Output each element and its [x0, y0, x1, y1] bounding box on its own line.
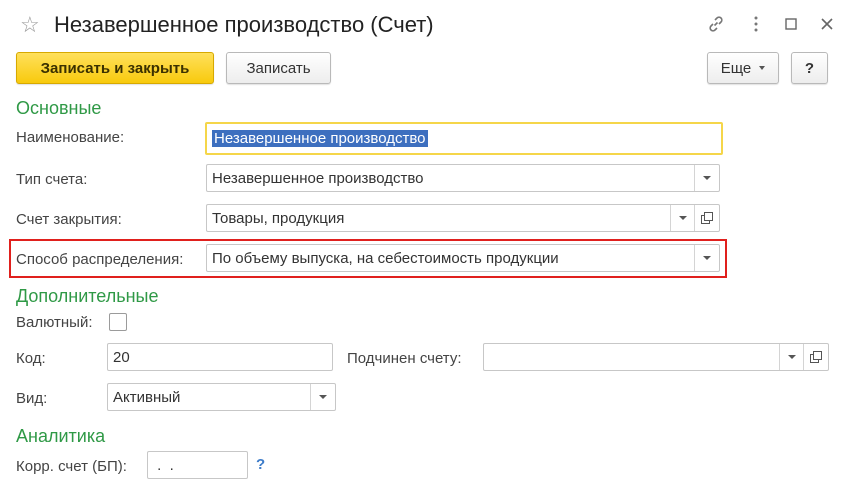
- chevron-down-icon: [759, 66, 766, 70]
- distribution-method-label: Способ распределения:: [16, 251, 184, 268]
- distribution-method-value: По объему выпуска, на себестоимость прод…: [212, 249, 559, 267]
- closing-account-label: Счет закрытия:: [16, 211, 122, 228]
- window-title: Незавершенное производство (Счет): [54, 12, 434, 37]
- account-type-value: Незавершенное производство: [212, 169, 424, 187]
- section-extra-heading: Дополнительные: [16, 286, 159, 306]
- kind-select[interactable]: Активный: [107, 383, 336, 411]
- close-icon[interactable]: [815, 12, 839, 36]
- open-form-icon[interactable]: [803, 344, 828, 370]
- favorite-star-icon[interactable]: ☆: [20, 12, 40, 38]
- corr-account-value: . .: [153, 456, 174, 474]
- closing-account-select[interactable]: Товары, продукция: [206, 204, 720, 232]
- save-and-close-button[interactable]: Записать и закрыть: [16, 52, 214, 84]
- more-vertical-icon[interactable]: [744, 12, 768, 36]
- parent-account-label: Подчинен счету:: [347, 350, 462, 367]
- help-button[interactable]: ?: [791, 52, 828, 84]
- kind-value: Активный: [113, 388, 181, 406]
- account-type-label: Тип счета:: [16, 171, 88, 188]
- currency-label: Валютный:: [16, 314, 93, 331]
- code-label: Код:: [16, 350, 46, 367]
- corr-account-label: Корр. счет (БП):: [16, 458, 127, 475]
- dropdown-arrow-icon[interactable]: [670, 205, 695, 231]
- name-value: Незавершенное производство: [212, 130, 428, 147]
- name-input[interactable]: Незавершенное производство: [205, 122, 723, 155]
- maximize-icon[interactable]: [779, 12, 803, 36]
- distribution-method-select[interactable]: По объему выпуска, на себестоимость прод…: [206, 244, 720, 272]
- closing-account-value: Товары, продукция: [212, 209, 345, 227]
- code-value: 20: [113, 348, 130, 366]
- section-main-heading: Основные: [16, 98, 102, 118]
- kind-label: Вид:: [16, 390, 48, 407]
- account-type-select[interactable]: Незавершенное производство: [206, 164, 720, 192]
- corr-account-input[interactable]: . .: [147, 451, 248, 479]
- section-analytics-heading: Аналитика: [16, 426, 106, 446]
- save-button[interactable]: Записать: [226, 52, 331, 84]
- more-button[interactable]: Еще: [707, 52, 779, 84]
- dropdown-arrow-icon[interactable]: [694, 245, 719, 271]
- dropdown-arrow-icon[interactable]: [779, 344, 804, 370]
- more-button-label: Еще: [720, 59, 752, 77]
- code-input[interactable]: 20: [107, 343, 333, 371]
- corr-help-link[interactable]: ?: [256, 456, 265, 473]
- link-icon[interactable]: [704, 12, 728, 36]
- currency-checkbox[interactable]: [109, 313, 127, 331]
- dropdown-arrow-icon[interactable]: [694, 165, 719, 191]
- open-form-icon[interactable]: [694, 205, 719, 231]
- name-label: Наименование:: [16, 129, 125, 146]
- parent-account-select[interactable]: [483, 343, 829, 371]
- dropdown-arrow-icon[interactable]: [310, 384, 335, 410]
